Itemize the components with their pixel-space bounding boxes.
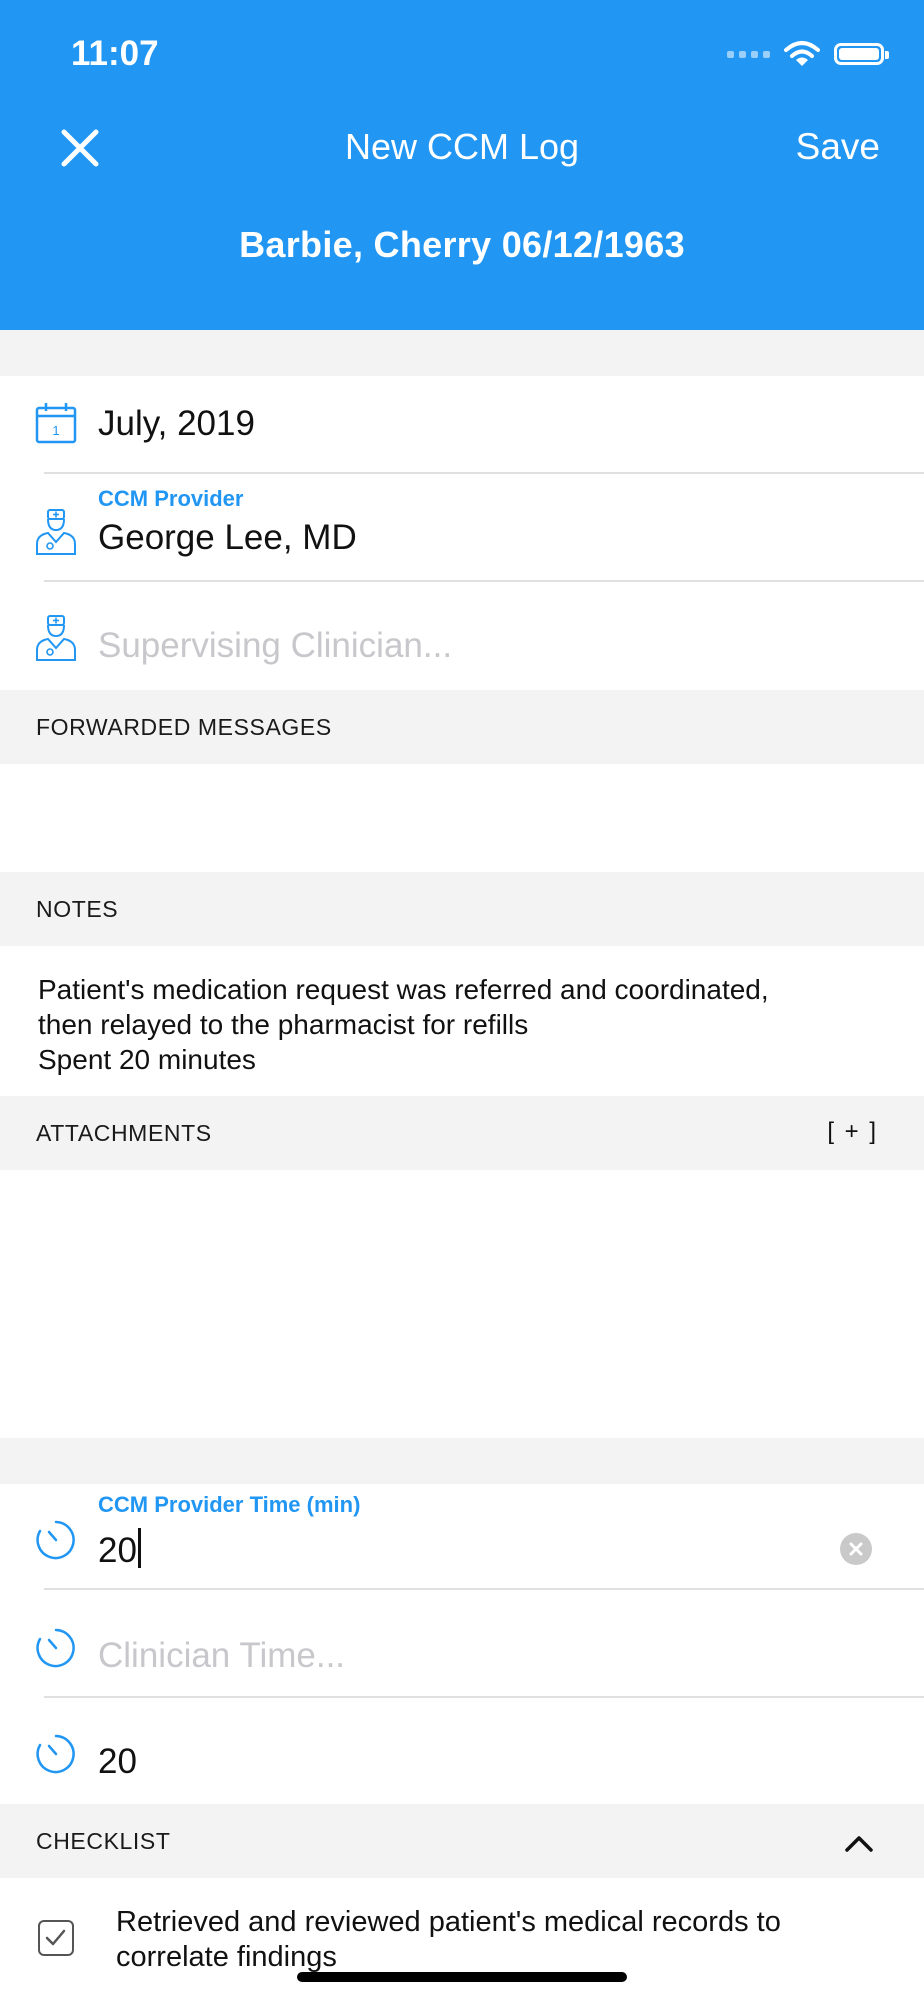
home-indicator xyxy=(297,1972,627,1982)
notes-text[interactable]: Patient's medication request was referre… xyxy=(38,972,898,1077)
provider-time-value: 20 xyxy=(98,1531,137,1570)
divider xyxy=(44,472,924,474)
doctor-icon xyxy=(36,509,76,555)
check-icon xyxy=(45,1929,66,1946)
status-time: 11:07 xyxy=(71,34,159,73)
add-attachment-button[interactable]: [ + ] xyxy=(827,1118,878,1146)
checklist-item-text: Retrieved and reviewed patient's medical… xyxy=(116,1906,781,1973)
notes-line: then relayed to the pharmacist for refil… xyxy=(38,1009,529,1040)
attachments-label: ATTACHMENTS xyxy=(36,1120,212,1146)
forwarded-messages-header: FORWARDED MESSAGES xyxy=(0,690,924,764)
text-cursor xyxy=(137,1528,141,1568)
provider-value: George Lee, MD xyxy=(98,518,357,557)
provider-label: CCM Provider xyxy=(98,486,244,511)
timer-icon xyxy=(36,1734,75,1774)
app-header: 11:07 New CCM Log Save Barbie, Cherry 06… xyxy=(0,0,924,330)
checkbox[interactable] xyxy=(38,1920,74,1956)
forwarded-messages-label: FORWARDED MESSAGES xyxy=(36,714,332,740)
status-icons xyxy=(727,40,889,68)
timer-icon xyxy=(36,1628,75,1668)
signal-icon xyxy=(727,50,770,58)
notes-header: NOTES xyxy=(0,872,924,946)
section-spacer xyxy=(0,1438,924,1484)
notes-line: Spent 20 minutes xyxy=(38,1044,256,1075)
doctor-icon xyxy=(36,615,76,661)
clinician-time-placeholder: Clinician Time... xyxy=(98,1636,346,1675)
clear-icon[interactable] xyxy=(840,1533,872,1565)
section-spacer xyxy=(0,330,924,376)
checklist-header[interactable]: CHECKLIST xyxy=(0,1804,924,1878)
checklist-label: CHECKLIST xyxy=(36,1828,171,1854)
notes-line: Patient's medication request was referre… xyxy=(38,974,769,1005)
patient-name: Barbie, Cherry 06/12/1963 xyxy=(239,224,685,265)
calendar-icon: 1 xyxy=(35,403,77,444)
date-value: July, 2019 xyxy=(98,404,255,443)
page-title: New CCM Log xyxy=(344,126,580,167)
provider-time-input[interactable]: 20 xyxy=(98,1528,141,1571)
save-button[interactable]: Save xyxy=(796,126,880,168)
battery-icon xyxy=(834,43,889,65)
timer-icon xyxy=(36,1520,75,1560)
notes-label: NOTES xyxy=(36,896,119,922)
wifi-icon xyxy=(784,41,820,66)
divider xyxy=(44,580,924,582)
chevron-up-icon[interactable] xyxy=(844,1828,874,1858)
svg-text:1: 1 xyxy=(52,423,59,438)
attachments-header: ATTACHMENTS xyxy=(0,1096,924,1170)
total-time-value: 20 xyxy=(98,1742,137,1781)
provider-time-label: CCM Provider Time (min) xyxy=(98,1492,361,1517)
supervising-clinician-placeholder: Supervising Clinician... xyxy=(98,626,453,665)
divider xyxy=(44,1696,924,1698)
divider xyxy=(44,1588,924,1590)
